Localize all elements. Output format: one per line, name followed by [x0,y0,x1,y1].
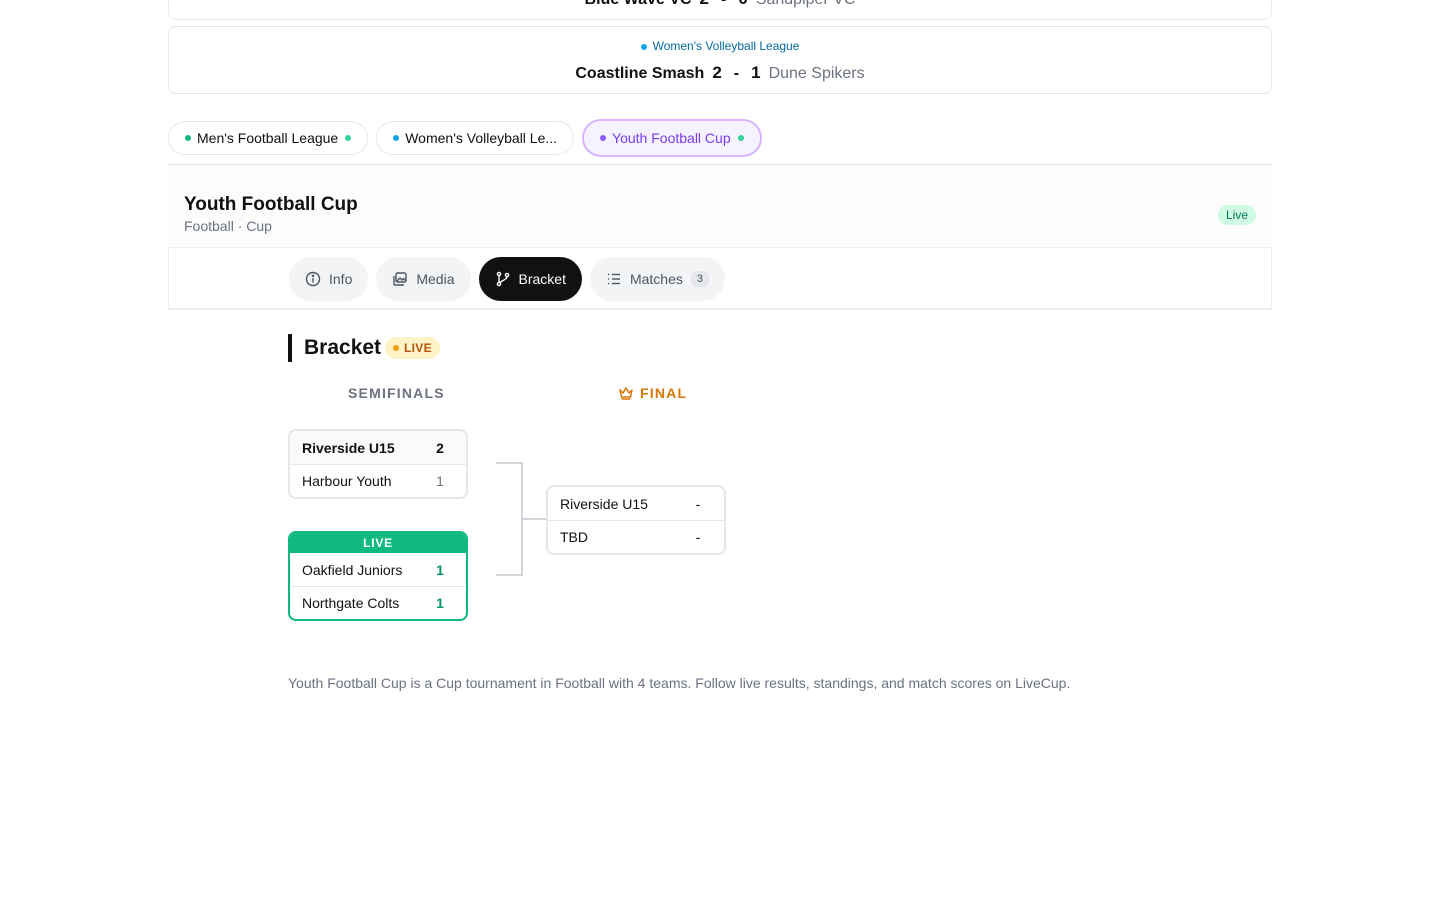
team-name: Riverside U15 [302,439,395,456]
team-name: Oakfield Juniors [302,561,403,578]
team-score: - [695,495,701,512]
round-label-semifinals: SEMIFINALS [348,385,445,401]
page-subtitle: Football · Cup [184,218,272,234]
bracket-match-semifinal-2[interactable]: LIVE Oakfield Juniors 1 Northgate Colts … [288,531,468,621]
league-pill-mens-football[interactable]: Men's Football League [168,121,369,155]
away-score: 1 [751,63,761,82]
match-score-line: Coastline Smash 2 - 1 Dune Spikers [169,63,1271,83]
tabs: Info Media Bracket Matches 3 [289,257,726,301]
match-card-top[interactable]: Blue Wave VC 2 - 0 Sandpiper VC [168,0,1272,20]
team-score: 1 [436,561,444,578]
team-score: 1 [436,473,444,489]
tournament-description: Youth Football Cup is a Cup tournament i… [288,675,1071,691]
round-label-final: FINAL [618,385,687,401]
team-score: 1 [436,595,444,611]
home-team: Blue Wave VC [585,0,692,9]
away-score: 0 [738,0,747,9]
tab-bracket[interactable]: Bracket [478,257,582,301]
info-icon [305,271,321,287]
team-name: TBD [560,529,588,545]
team-score: - [695,529,701,545]
live-dot-icon [737,135,744,141]
media-icon [393,272,408,286]
bracket-team-row: TBD - [548,520,724,553]
league-dot-icon [185,135,191,141]
tab-media[interactable]: Media [376,257,471,301]
bracket-icon [496,271,509,287]
away-team: Sandpiper VC [756,0,856,9]
tab-info[interactable]: Info [289,257,369,301]
match-card[interactable]: Women's Volleyball League Coastline Smas… [168,26,1272,94]
score-separator: - [733,65,740,82]
bracket-team-row: Harbour Youth 1 [290,464,466,497]
home-score: 2 [712,63,722,82]
matches-count-badge: 3 [690,271,710,287]
bracket-team-row: Riverside U15 2 [290,431,466,464]
league-dot-icon [393,135,400,141]
status-badge: Live [1217,205,1256,225]
league-pill-womens-volleyball[interactable]: Women's Volleyball Le... [376,121,575,155]
team-score: 2 [436,439,444,456]
tournament-header: Youth Football Cup Football · Cup Live [168,165,1272,247]
bracket-team-row: Riverside U15 - [548,487,724,520]
section-accent-bar [288,334,292,362]
bracket-team-row: Oakfield Juniors 1 [290,553,466,586]
live-dot-icon [393,345,399,351]
live-header: LIVE [290,533,466,553]
league-pill-youth-football[interactable]: Youth Football Cup [582,119,762,157]
tabs-bar: Info Media Bracket Matches 3 [168,247,1272,310]
bracket-match-semifinal-1[interactable]: Riverside U15 2 Harbour Youth 1 [288,429,468,499]
crown-icon [619,387,633,400]
bracket-match-final[interactable]: Riverside U15 - TBD - [546,485,726,555]
league-pills: Men's Football League Women's Volleyball… [168,119,762,157]
home-team: Coastline Smash [575,65,705,82]
match-score-line: Blue Wave VC 2 - 0 Sandpiper VC [169,0,1271,9]
league-dot-icon [600,135,607,141]
section-title: Bracket [304,336,382,359]
bracket-team-row: Northgate Colts 1 [290,586,466,619]
live-indicator-badge: LIVE [385,337,440,359]
league-dot-icon [640,43,647,50]
live-dot-icon [345,135,352,141]
bracket-connector [496,462,546,576]
home-score: 2 [700,0,709,9]
team-name: Riverside U15 [560,495,648,512]
league-tag: Women's Volleyball League [169,39,1271,53]
team-name: Northgate Colts [302,595,400,611]
list-icon [607,273,620,285]
tab-matches[interactable]: Matches 3 [589,257,726,301]
team-name: Harbour Youth [302,473,392,489]
page-title: Youth Football Cup [184,194,358,215]
away-team: Dune Spikers [768,65,865,82]
score-separator: - [721,0,726,9]
